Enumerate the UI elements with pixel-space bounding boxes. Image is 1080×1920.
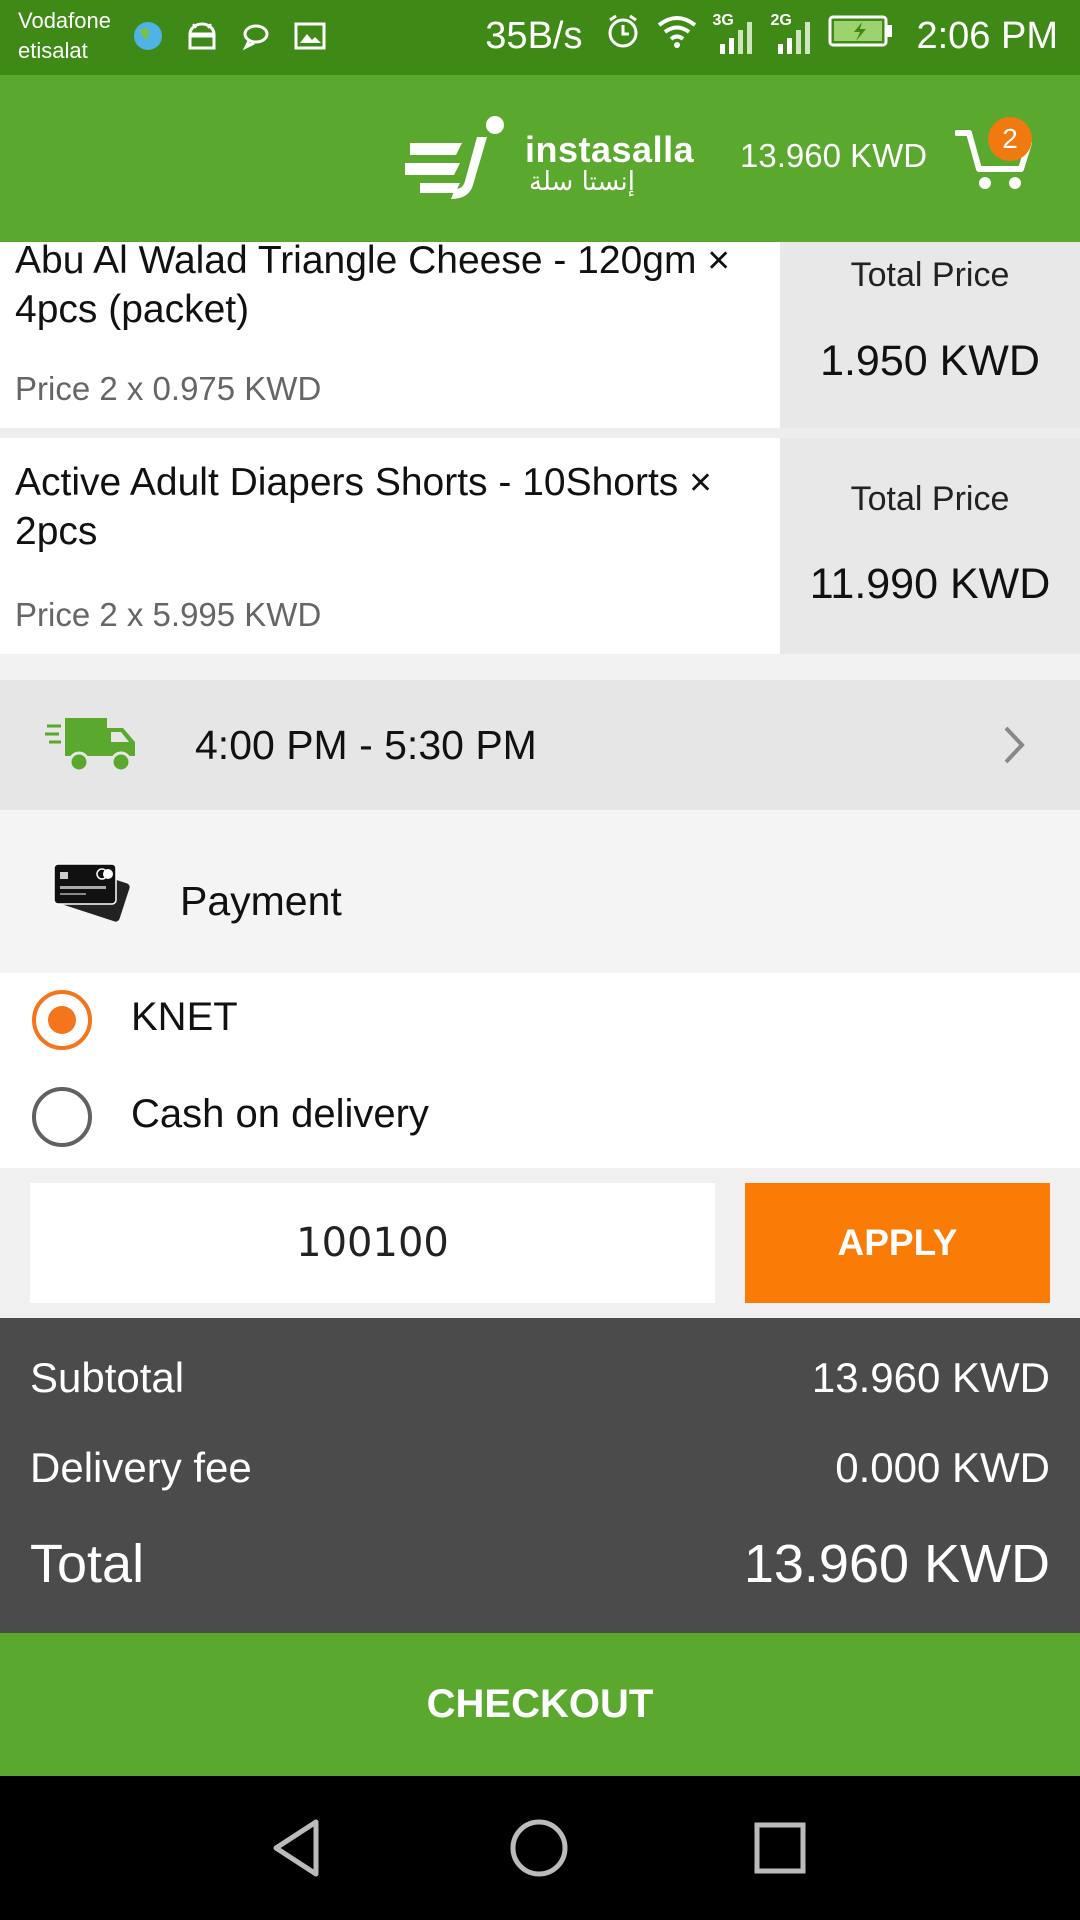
item-divider [0,428,1080,438]
item-name: Active Adult Diapers Shorts - 10Shorts ×… [15,461,712,553]
item-unit-price: Price 2 x 5.995 KWD [15,596,322,633]
gallery-icon [292,18,328,54]
cart-button[interactable]: 2 [954,117,1035,197]
delivery-truck-icon [45,718,135,773]
logo-mark-icon [405,116,504,199]
carrier-name: Vodafone etisalat [18,6,111,66]
grand-total-value: 13.960 KWD [743,1534,1050,1594]
home-icon[interactable] [503,1812,575,1884]
section-divider [0,654,1080,680]
payment-option-knet[interactable]: KNET [0,973,1080,1063]
android-icon [184,18,220,54]
subtotal-label: Subtotal [30,1354,185,1401]
back-icon[interactable] [262,1812,334,1884]
order-totals: Subtotal 13.960 KWD Delivery fee 0.000 K… [0,1318,1080,1633]
payment-options: KNET Cash on delivery [0,973,1080,1168]
delivery-time-slot: 4:00 PM - 5:30 PM [195,722,537,768]
payment-option-label: KNET [131,995,238,1039]
chat-icon [238,18,274,54]
wifi-icon [656,13,698,59]
globe-icon [130,18,166,54]
apply-coupon-button[interactable]: APPLY [745,1183,1050,1303]
network-speed: 35B/s [485,14,583,57]
payment-section-header: Payment [0,810,1080,973]
subtotal-row: Subtotal 13.960 KWD [30,1354,1050,1402]
subtotal-value: 13.960 KWD [811,1354,1050,1401]
logo-text: instasalla [525,129,695,170]
carrier-line-2: etisalat [18,38,88,63]
item-unit-price: Price 2 x 0.975 KWD [15,370,322,407]
coupon-code-input[interactable] [30,1183,715,1303]
payment-option-cash[interactable]: Cash on delivery [0,1070,1080,1160]
grand-total-row: Total 13.960 KWD [30,1533,1050,1595]
app-header: instasalla إنستا سلة 13.960 KWD 2 [0,75,1080,242]
payment-option-label: Cash on delivery [131,1092,429,1136]
delivery-time-selector[interactable]: 4:00 PM - 5:30 PM [0,680,1080,810]
cart-item[interactable]: Abu Al Walad Triangle Cheese - 120gm × 4… [0,239,1080,428]
delivery-fee-value: 0.000 KWD [835,1444,1050,1491]
battery-charging-icon [828,14,894,58]
radio-cash-on-delivery[interactable] [32,1087,92,1147]
total-price-label: Total Price [850,256,1010,294]
grand-total-label: Total [30,1534,145,1594]
credit-card-icon [53,863,130,922]
status-bar: Vodafone etisalat 35B/s 3G 2G 2:06 PM [0,0,1080,75]
network-2g-label: 2G [770,12,792,29]
alarm-icon [604,12,642,60]
checkout-button[interactable]: CHECKOUT [0,1633,1080,1776]
total-price-label: Total Price [850,480,1010,518]
signal-2g-icon: 2G [770,12,814,56]
carrier-line-1: Vodafone [18,8,111,33]
signal-3g-icon: 3G [712,12,756,56]
item-name: Abu Al Walad Triangle Cheese - 120gm × 4… [15,239,731,331]
payment-heading: Payment [180,878,342,924]
header-cart-total: 13.960 KWD [740,137,928,174]
app-logo[interactable]: instasalla إنستا سلة [405,115,694,205]
cart-item[interactable]: Active Adult Diapers Shorts - 10Shorts ×… [0,438,1080,654]
total-price-value: 11.990 KWD [809,560,1051,608]
total-price-value: 1.950 KWD [820,337,1040,385]
clock-time: 2:06 PM [916,14,1058,57]
recent-apps-icon[interactable] [744,1812,816,1884]
coupon-bar: APPLY [0,1168,1080,1318]
chevron-right-icon [1004,726,1025,764]
radio-knet[interactable] [32,990,92,1050]
delivery-fee-row: Delivery fee 0.000 KWD [30,1444,1050,1492]
logo-text-arabic: إنستا سلة [529,167,636,197]
delivery-fee-label: Delivery fee [30,1444,252,1491]
network-3g-label: 3G [712,12,734,29]
system-nav-bar [0,1776,1080,1920]
cart-count-badge: 2 [988,117,1032,161]
